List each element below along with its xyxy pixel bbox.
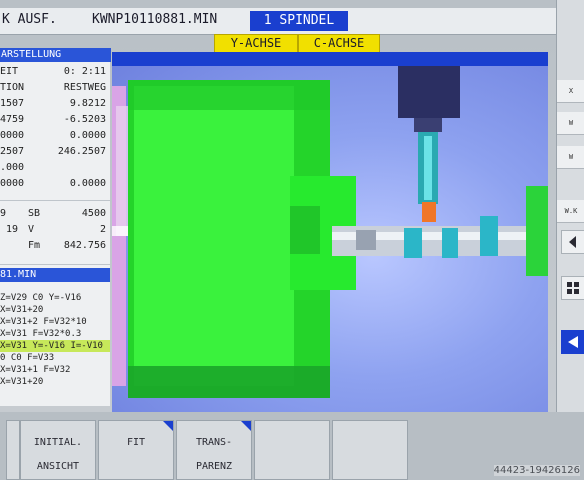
- mode-label: K AUSF.: [2, 12, 57, 27]
- softkey-fit[interactable]: FIT: [98, 420, 174, 480]
- code-line[interactable]: X=V31 F=V32*0.3: [0, 328, 110, 340]
- simulation-header-bar: [112, 52, 548, 66]
- right-panel-item[interactable]: X: [557, 80, 584, 103]
- softkey-transparenz[interactable]: TRANS- PARENZ: [176, 420, 252, 480]
- left-panel: ARSTELLUNG EIT 0: 2:11 TION RESTWEG 1507…: [0, 48, 111, 406]
- left-arrow-button[interactable]: [561, 230, 584, 254]
- code-line[interactable]: Z=V29 C0 Y=-V16: [0, 292, 110, 304]
- workpiece-highlight: [134, 86, 294, 386]
- grid-icon: [567, 282, 579, 294]
- code-line[interactable]: X=V31+20: [0, 304, 110, 316]
- info-row: 0000 0.0000: [0, 178, 106, 189]
- softkey-1[interactable]: [6, 420, 20, 480]
- display-toggle-button[interactable]: [561, 276, 584, 300]
- info-row: TION RESTWEG: [0, 82, 106, 93]
- code-line[interactable]: X=V31+2 F=V32*10: [0, 316, 110, 328]
- right-panel-item[interactable]: W: [557, 112, 584, 135]
- tool-holder: [398, 66, 460, 118]
- code-line[interactable]: X=V31+20: [0, 376, 110, 388]
- program-title: 81.MIN: [0, 268, 110, 282]
- right-panel-item[interactable]: W: [557, 146, 584, 169]
- tool-tip: [422, 202, 436, 222]
- program-name: KWNP10110881.MIN: [92, 12, 218, 27]
- tool-shank-highlight: [424, 136, 432, 200]
- info-row: 4759 -6.5203: [0, 114, 106, 125]
- gear-tooth: [480, 216, 498, 256]
- softkey-marker-icon: [163, 421, 173, 431]
- code-line[interactable]: 0 C0 F=V33: [0, 352, 110, 364]
- softkey-6[interactable]: [332, 420, 408, 480]
- watermark-text: 44423-19426126: [493, 465, 580, 476]
- workpiece-top: [128, 80, 330, 110]
- info-row: 0000 0.0000: [0, 130, 106, 141]
- code-line-active[interactable]: X=V31 Y=-V16 I=-V10: [0, 340, 110, 352]
- axis-selector: Y-ACHSE C-ACHSE: [214, 34, 380, 53]
- arrow-icon: [568, 336, 578, 348]
- right-panel-item[interactable]: W.K: [557, 200, 584, 223]
- simulation-view[interactable]: [112, 66, 548, 412]
- workpiece-end: [526, 186, 548, 276]
- left-arrow-icon: [569, 236, 576, 248]
- simulation-graphic: [112, 66, 548, 398]
- y-axis-button[interactable]: Y-ACHSE: [214, 34, 298, 53]
- sb-row: 19 V 2: [6, 224, 106, 235]
- spindle-indicator[interactable]: 1 SPINDEL: [250, 11, 348, 31]
- cnc-screen: K AUSF. KWNP10110881.MIN 1 SPINDEL Y-ACH…: [0, 0, 584, 480]
- softkey-5[interactable]: [254, 420, 330, 480]
- info-row: 1507 9.8212: [0, 98, 106, 109]
- shaft-shade: [356, 230, 376, 250]
- softkey-initial-ansicht[interactable]: INITIAL. ANSICHT: [20, 420, 96, 480]
- softkey-marker-icon: [241, 421, 251, 431]
- gear-tooth: [404, 228, 422, 258]
- top-status-bar: K AUSF. KWNP10110881.MIN 1 SPINDEL: [0, 8, 556, 35]
- sb-row: 9 SB 4500: [0, 208, 106, 219]
- divider: [0, 200, 110, 201]
- code-line[interactable]: X=V31+1 F=V32: [0, 364, 110, 376]
- tool-holder-neck: [414, 118, 442, 132]
- next-channel-button[interactable]: [561, 330, 584, 354]
- sb-row: Fm 842.756: [28, 240, 106, 251]
- workpiece-bottom: [128, 366, 330, 398]
- workpiece-step-shade: [290, 206, 320, 254]
- gear-tooth: [442, 228, 458, 258]
- divider: [0, 264, 110, 265]
- info-row: EIT 0: 2:11: [0, 66, 106, 77]
- right-panel: X W W W.K: [556, 0, 584, 412]
- info-row: .000: [0, 162, 25, 173]
- info-row: 2507 246.2507: [0, 146, 106, 157]
- c-axis-button[interactable]: C-ACHSE: [298, 34, 380, 53]
- panel-title: ARSTELLUNG: [0, 48, 111, 62]
